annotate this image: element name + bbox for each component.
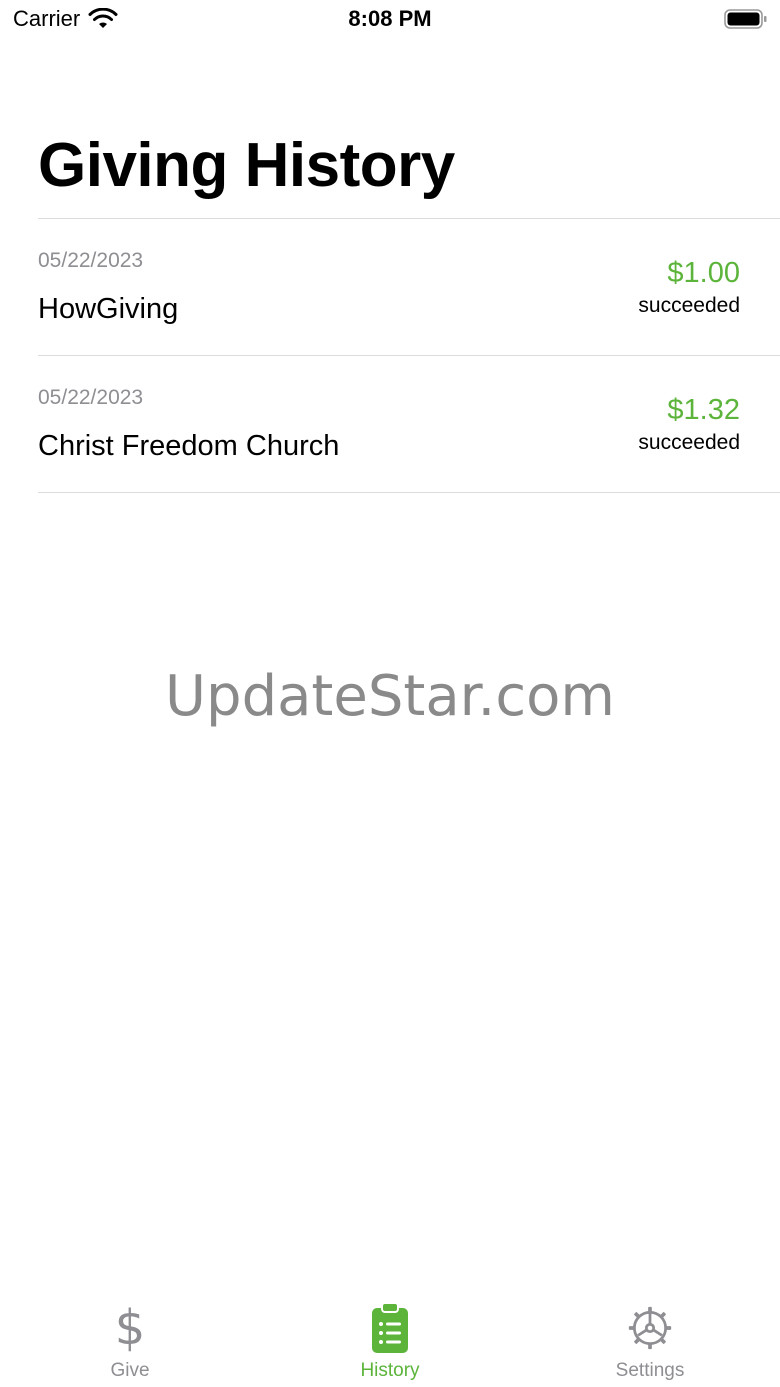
recipient-name: HowGiving	[38, 293, 179, 325]
history-list: 05/22/2023 HowGiving $1.00 succeeded 05/…	[38, 218, 780, 493]
tab-give[interactable]: $ Give	[0, 1290, 260, 1387]
donation-amount: $1.00	[667, 257, 740, 289]
page-title: Giving History	[38, 131, 455, 200]
dollar-icon: $	[114, 1300, 146, 1356]
history-row[interactable]: 05/22/2023 Christ Freedom Church $1.32 s…	[38, 356, 780, 493]
clipboard-list-icon	[367, 1302, 413, 1354]
donation-date: 05/22/2023	[38, 386, 144, 409]
status-time: 8:08 PM	[348, 6, 432, 31]
tab-give-label: Give	[110, 1360, 150, 1381]
tab-settings-label: Settings	[615, 1360, 685, 1381]
donation-date: 05/22/2023	[38, 249, 144, 272]
history-row[interactable]: 05/22/2023 HowGiving $1.00 succeeded	[38, 219, 780, 356]
tab-history-label: History	[360, 1360, 420, 1381]
tab-settings[interactable]: Settings	[520, 1290, 780, 1387]
battery-icon	[724, 9, 767, 29]
donation-status: succeeded	[638, 431, 740, 454]
tab-bar: $ Give History Settings	[0, 1290, 780, 1387]
gear-icon	[627, 1302, 673, 1354]
watermark: UpdateStar.com	[165, 664, 615, 729]
donation-amount: $1.32	[667, 394, 740, 426]
donation-status: succeeded	[638, 294, 740, 317]
status-bar: Carrier 8:08 PM	[0, 0, 780, 40]
tab-history[interactable]: History	[260, 1290, 520, 1387]
recipient-name: Christ Freedom Church	[38, 430, 340, 462]
